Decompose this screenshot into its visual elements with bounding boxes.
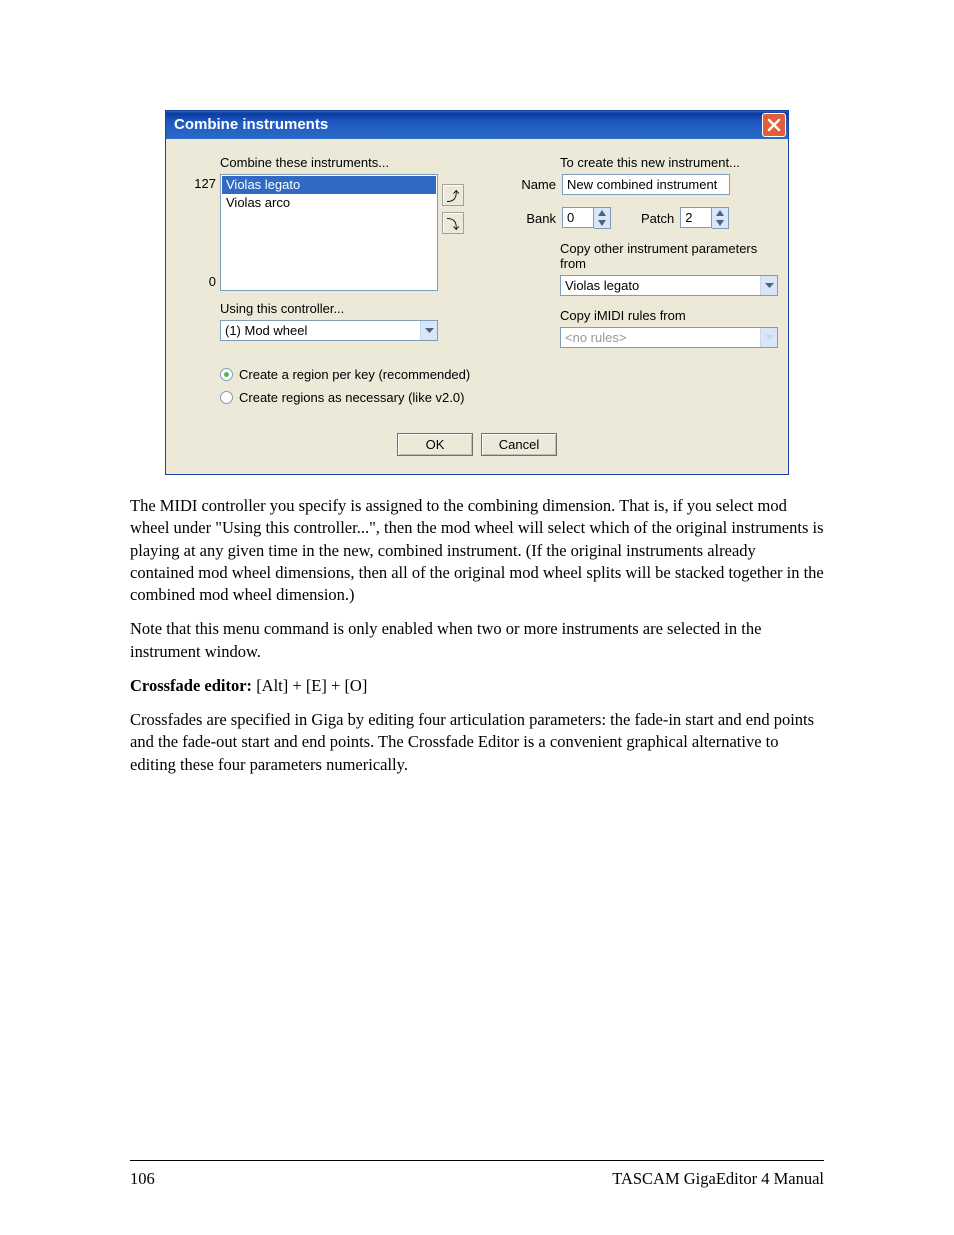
- copy-imidi-label: Copy iMIDI rules from: [560, 308, 778, 323]
- crossfade-shortcut: [Alt] + [E] + [O]: [252, 676, 367, 695]
- chevron-down-icon: [760, 276, 777, 295]
- move-up-button[interactable]: ⤴: [442, 184, 464, 206]
- create-label: To create this new instrument...: [560, 155, 778, 170]
- patch-spin-up[interactable]: [712, 208, 728, 218]
- name-input[interactable]: New combined instrument: [562, 174, 730, 195]
- paragraph-1: The MIDI controller you specify is assig…: [130, 495, 824, 606]
- bank-spin-down[interactable]: [594, 218, 610, 228]
- copy-params-label: Copy other instrument parameters from: [560, 241, 778, 271]
- paragraph-2: Note that this menu command is only enab…: [130, 618, 824, 663]
- chevron-down-icon: [420, 321, 437, 340]
- controller-combo[interactable]: (1) Mod wheel: [220, 320, 438, 341]
- combine-instruments-dialog: Combine instruments Combine these instru…: [165, 110, 789, 475]
- close-icon: [767, 118, 781, 132]
- velocity-high: 127: [194, 176, 216, 191]
- patch-label: Patch: [641, 211, 674, 226]
- velocity-scale: 127 0: [190, 174, 216, 291]
- controller-label: Using this controller...: [220, 301, 494, 316]
- instruments-listbox[interactable]: Violas legato Violas arco: [220, 174, 438, 291]
- bank-input[interactable]: 0: [562, 207, 594, 228]
- move-down-button[interactable]: ⤵: [442, 212, 464, 234]
- radio-as-necessary[interactable]: [220, 391, 233, 404]
- radio-per-key-label: Create a region per key (recommended): [239, 367, 470, 382]
- patch-input[interactable]: 2: [680, 207, 712, 228]
- close-button[interactable]: [762, 113, 786, 137]
- titlebar: Combine instruments: [166, 111, 788, 139]
- radio-as-necessary-label: Create regions as necessary (like v2.0): [239, 390, 464, 405]
- radio-per-key[interactable]: [220, 368, 233, 381]
- patch-spin-down[interactable]: [712, 218, 728, 228]
- ok-button[interactable]: OK: [397, 433, 473, 456]
- up-arrow-icon: ⤴: [446, 186, 459, 205]
- paragraph-3: Crossfades are specified in Giga by edit…: [130, 709, 824, 776]
- bank-label: Bank: [516, 211, 556, 226]
- copy-params-value: Violas legato: [565, 278, 760, 293]
- name-label: Name: [516, 177, 556, 192]
- dialog-title: Combine instruments: [174, 111, 328, 139]
- cancel-button[interactable]: Cancel: [481, 433, 557, 456]
- footer-rule: [130, 1160, 824, 1161]
- list-item[interactable]: Violas legato: [222, 176, 436, 194]
- copy-imidi-combo[interactable]: <no rules>: [560, 327, 778, 348]
- combine-label: Combine these instruments...: [220, 155, 494, 170]
- copy-params-combo[interactable]: Violas legato: [560, 275, 778, 296]
- down-arrow-icon: ⤵: [446, 214, 459, 233]
- crossfade-bold: Crossfade editor:: [130, 676, 252, 695]
- page-number: 106: [130, 1169, 155, 1189]
- list-item[interactable]: Violas arco: [222, 194, 436, 212]
- bank-spin-up[interactable]: [594, 208, 610, 218]
- copy-imidi-value: <no rules>: [565, 330, 760, 345]
- controller-value: (1) Mod wheel: [225, 323, 420, 338]
- crossfade-heading: Crossfade editor: [Alt] + [E] + [O]: [130, 675, 824, 697]
- velocity-low: 0: [209, 274, 216, 289]
- chevron-down-icon: [760, 328, 777, 347]
- page-footer: 106 TASCAM GigaEditor 4 Manual: [130, 1169, 824, 1189]
- manual-title: TASCAM GigaEditor 4 Manual: [612, 1169, 824, 1189]
